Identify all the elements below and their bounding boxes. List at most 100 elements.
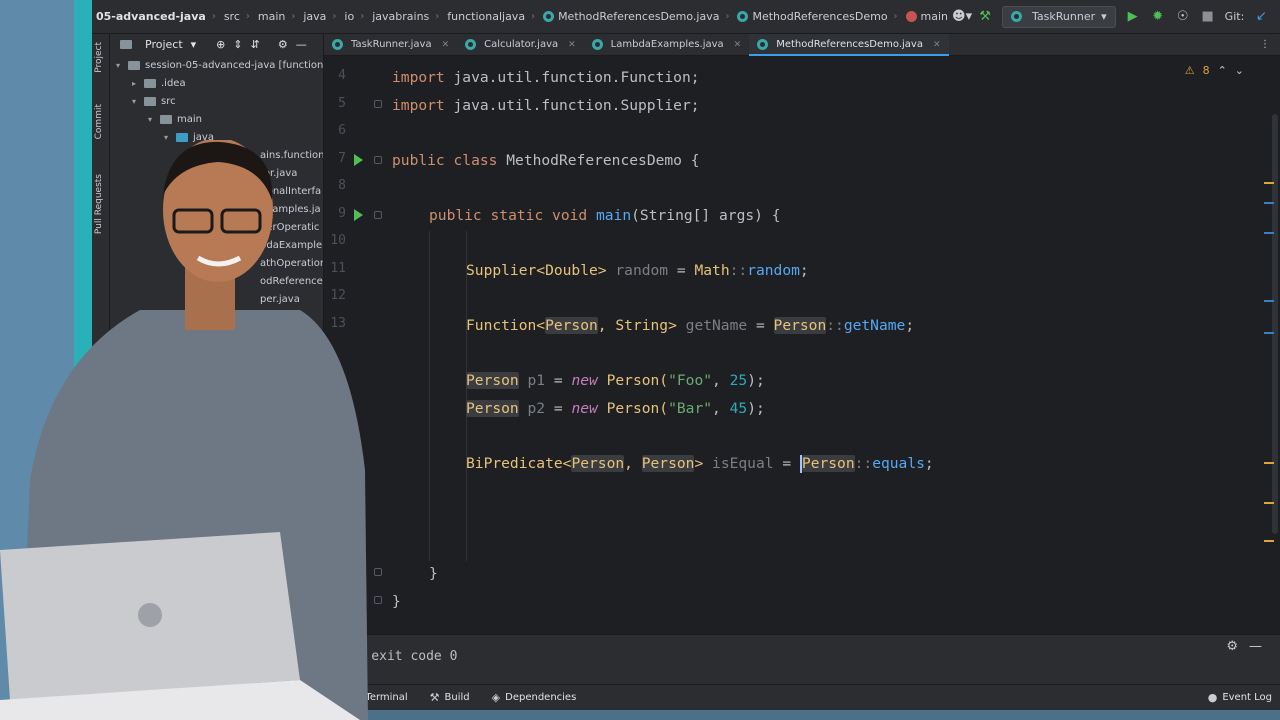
scroll-marker bbox=[1264, 540, 1274, 542]
java-class-icon bbox=[332, 39, 343, 50]
navigation-bar: 05-advanced-java › src › main › java › io › j… bbox=[92, 0, 1280, 34]
inspection-widget[interactable]: ⚠ 8 ⌃ ⌄ bbox=[1185, 64, 1244, 77]
breadcrumb-item[interactable]: main › bbox=[254, 10, 299, 23]
line-number: 12 bbox=[330, 288, 346, 303]
git-update-icon[interactable]: ↙ bbox=[1253, 9, 1269, 24]
code-area[interactable]: import java.util.function.Function; impo… bbox=[392, 56, 1262, 634]
project-panel-title[interactable]: Project bbox=[145, 38, 183, 51]
gear-icon[interactable]: ⚙ bbox=[278, 38, 288, 51]
method-icon bbox=[905, 11, 917, 22]
close-icon[interactable]: ✕ bbox=[568, 40, 576, 50]
close-icon[interactable]: ✕ bbox=[734, 40, 742, 50]
run-gutter-icon[interactable] bbox=[354, 209, 363, 221]
chevron-down-icon[interactable]: ▾ bbox=[191, 38, 197, 51]
line-number: 4 bbox=[338, 68, 346, 83]
tree-node-file[interactable]: Examples.ja bbox=[260, 200, 321, 218]
gear-icon[interactable]: ⚙ bbox=[1226, 639, 1238, 654]
breadcrumb-item[interactable]: main bbox=[902, 10, 952, 23]
tool-window-strip: Project Commit Pull Requests bbox=[92, 34, 110, 684]
vertical-scrollbar[interactable] bbox=[1272, 114, 1278, 534]
run-configuration-label: TaskRunner bbox=[1032, 10, 1096, 23]
breadcrumb-item[interactable]: 05-advanced-java › bbox=[92, 10, 220, 23]
tree-node-file[interactable]: per.java bbox=[260, 290, 300, 308]
chevron-up-icon[interactable]: ⌃ bbox=[1218, 64, 1227, 77]
tree-node-file[interactable]: bdaExample bbox=[260, 236, 322, 254]
screen: 05-advanced-java › src › main › java › io › j… bbox=[0, 0, 1280, 720]
close-icon[interactable]: ✕ bbox=[442, 40, 450, 50]
user-icon[interactable]: ☻▾ bbox=[952, 9, 972, 24]
code-line-11: Supplier<Double> random = Math::random; bbox=[466, 262, 809, 279]
scroll-marker bbox=[1264, 462, 1274, 464]
tree-node-file[interactable]: tionalInterfa bbox=[260, 182, 321, 200]
code-editor[interactable]: 4 5 6 7 8 9 10 11 12 13 22 23 import jav… bbox=[324, 56, 1280, 634]
tree-node-java[interactable]: ▾ java bbox=[164, 128, 214, 146]
code-line-18: BiPredicate<Person, Person> isEqual = Pe… bbox=[466, 455, 934, 473]
code-line-7: public class MethodReferencesDemo { bbox=[392, 152, 700, 169]
side-tab-pull-requests[interactable]: Pull Requests bbox=[94, 174, 108, 234]
fold-icon[interactable] bbox=[374, 156, 382, 164]
hide-icon[interactable]: — bbox=[296, 38, 307, 51]
scroll-marker bbox=[1264, 300, 1274, 302]
tab-calculator[interactable]: Calculator.java ✕ bbox=[457, 34, 584, 55]
tree-node-file[interactable]: odReferencesD bbox=[260, 272, 323, 290]
event-log-tab[interactable]: ● Event Log bbox=[1208, 691, 1272, 704]
scroll-marker bbox=[1264, 232, 1274, 234]
code-line-23: } bbox=[392, 593, 401, 610]
folder-icon bbox=[120, 39, 132, 49]
tree-node-file[interactable]: tor.java bbox=[260, 164, 297, 182]
tree-node-root[interactable]: ▾ session-05-advanced-java [functional bbox=[116, 56, 323, 74]
breadcrumb-item[interactable]: MethodReferencesDemo › bbox=[733, 10, 901, 23]
tree-node-idea[interactable]: ▸ .idea bbox=[132, 74, 186, 92]
tree-node-src[interactable]: ▾ src bbox=[132, 92, 176, 110]
breadcrumb-item[interactable]: java › bbox=[299, 10, 340, 23]
stop-icon[interactable]: ■ bbox=[1200, 9, 1216, 24]
fold-icon[interactable] bbox=[374, 596, 382, 604]
breadcrumb-item[interactable]: MethodReferencesDemo.java › bbox=[539, 10, 733, 23]
minimize-icon[interactable]: — bbox=[1249, 639, 1262, 654]
close-icon[interactable]: ✕ bbox=[933, 40, 941, 50]
run-icon[interactable]: ▶ bbox=[1125, 9, 1141, 24]
dependencies-tab[interactable]: ◈ Dependencies bbox=[492, 691, 577, 704]
expand-all-icon[interactable]: ⇕ bbox=[233, 38, 242, 51]
run-gutter-icon[interactable] bbox=[354, 154, 363, 166]
dependencies-icon: ◈ bbox=[491, 691, 501, 704]
scroll-marker bbox=[1264, 202, 1274, 204]
coverage-icon[interactable]: ☉ bbox=[1175, 9, 1191, 24]
warning-icon: ⚠ bbox=[1184, 64, 1195, 77]
code-line-4: import java.util.function.Function; bbox=[392, 69, 700, 86]
java-class-icon bbox=[737, 11, 749, 22]
tab-taskrunner[interactable]: TaskRunner.java ✕ bbox=[324, 34, 457, 55]
debug-icon[interactable]: ✹ bbox=[1150, 9, 1166, 24]
tool-window-bar: ▩ Terminal ⚒ Build ◈ Dependencies ● Event Lo… bbox=[92, 684, 1280, 710]
tab-lambdaexamples[interactable]: LambdaExamples.java ✕ bbox=[584, 34, 750, 55]
chevron-down-icon: ▾ bbox=[1101, 10, 1107, 23]
git-label: Git: bbox=[1224, 10, 1245, 23]
fold-icon[interactable] bbox=[374, 100, 382, 108]
project-panel-header: Project ▾ ⊕ ⇕ ⇵ ⚙ — bbox=[110, 34, 323, 54]
collapse-all-icon[interactable]: ⇵ bbox=[251, 38, 260, 51]
tree-node-package[interactable]: ains.functionalja bbox=[260, 146, 323, 164]
chevron-down-icon[interactable]: ⌄ bbox=[1235, 64, 1244, 77]
breadcrumb-item[interactable]: functionaljava › bbox=[443, 10, 539, 23]
tree-node-file[interactable]: athOperation bbox=[260, 254, 323, 272]
breadcrumb-item[interactable]: io › bbox=[340, 10, 368, 23]
terminal-tab[interactable]: ▩ Terminal bbox=[350, 691, 408, 704]
more-tabs-icon[interactable]: ⋮ bbox=[1250, 34, 1280, 55]
fold-icon[interactable] bbox=[374, 211, 382, 219]
tab-methodreferencesdemo[interactable]: MethodReferencesDemo.java ✕ bbox=[749, 34, 949, 56]
tree-node-file[interactable]: herOperatic bbox=[260, 218, 319, 236]
run-configuration-select[interactable]: TaskRunner ▾ bbox=[1002, 5, 1116, 28]
fold-icon[interactable] bbox=[374, 568, 382, 576]
breadcrumb-item[interactable]: javabrains › bbox=[368, 10, 443, 23]
side-tab-project[interactable]: Project bbox=[94, 42, 108, 73]
side-tab-commit[interactable]: Commit bbox=[94, 104, 108, 139]
tree-node-main[interactable]: ▾ main bbox=[148, 110, 202, 128]
breadcrumb-item[interactable]: src › bbox=[220, 10, 254, 23]
window-bottom-edge bbox=[92, 710, 1280, 720]
build-tab[interactable]: ⚒ Build bbox=[430, 691, 470, 704]
code-line-16: Person p2 = new Person("Bar", 45); bbox=[466, 400, 765, 417]
hammer-icon[interactable]: ⚒ bbox=[977, 9, 993, 24]
java-class-icon bbox=[465, 39, 477, 50]
locate-icon[interactable]: ⊕ bbox=[216, 38, 225, 51]
run-output-panel: ith exit code 0 ⚙ — bbox=[324, 634, 1280, 684]
